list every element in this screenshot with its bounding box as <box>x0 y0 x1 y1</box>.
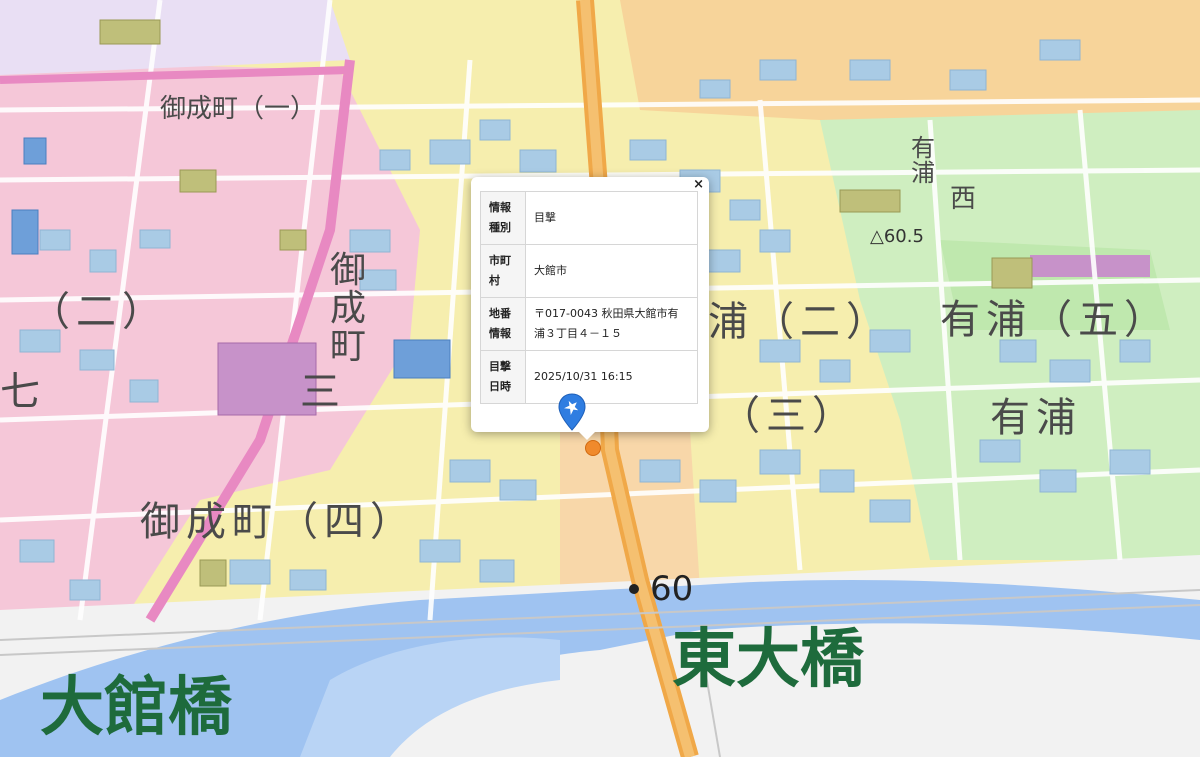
location-dot <box>585 440 601 456</box>
map-label-paren-2: （二） <box>30 289 168 335</box>
map-label-route-60: 60 <box>650 569 694 609</box>
map-label-onarimachi-4: 御成町（四） <box>140 499 416 545</box>
table-row: 情報種別 目撃 <box>480 191 698 245</box>
bear-sighting-pin-icon[interactable] <box>557 393 587 431</box>
map-label-ariura-3: （三） <box>720 393 858 439</box>
map-view[interactable]: 大館橋 東大橋 御成町（四） 有浦（五） 有浦 浦（二） （三） 御成町（一） … <box>0 0 1200 757</box>
row-key-datetime: 目撃日時 <box>480 350 526 404</box>
table-row: 目撃日時 2025/10/31 16:15 <box>480 350 698 404</box>
sighting-info-popup: × 情報種別 目撃 市町村 大館市 地番情報 〒017-0043 秋田県大館市有… <box>471 177 709 440</box>
table-row: 地番情報 〒017-0043 秋田県大館市有浦３丁目４－１５ <box>480 297 698 351</box>
row-key-info-type: 情報種別 <box>480 191 526 245</box>
map-label-kan-1: 七 <box>0 369 46 415</box>
row-value-info-type: 目撃 <box>525 191 698 245</box>
map-label-ariura-2: 浦（二） <box>708 299 892 345</box>
row-value-municipality: 大館市 <box>525 244 698 298</box>
map-label-ariura-vertical: 有浦 <box>911 134 935 188</box>
row-value-address: 〒017-0043 秋田県大館市有浦３丁目４－１５ <box>525 297 698 351</box>
popup-tip <box>579 432 595 440</box>
row-value-datetime: 2025/10/31 16:15 <box>525 350 698 404</box>
sighting-info-table: 情報種別 目撃 市町村 大館市 地番情報 〒017-0043 秋田県大館市有浦３… <box>480 191 698 404</box>
map-label-nishi: 西 <box>950 184 977 214</box>
row-key-municipality: 市町村 <box>480 244 526 298</box>
map-label-onarimachi-1: 御成町（一） <box>160 94 317 124</box>
map-label-onarimachi-vertical: 御成町 <box>329 250 366 367</box>
map-label-higashi-bridge: 東大橋 <box>672 623 864 697</box>
map-label-kan-3: 三 <box>300 369 346 415</box>
map-label-ariura-mid: 有浦 <box>990 395 1082 441</box>
close-icon[interactable]: × <box>693 178 704 192</box>
map-label-oodate-bridge: 大館橋 <box>40 671 232 745</box>
map-label-ariura-5: 有浦（五） <box>940 297 1170 343</box>
row-key-address: 地番情報 <box>480 297 526 351</box>
table-row: 市町村 大館市 <box>480 244 698 298</box>
map-label-spot-height: △60.5 <box>870 226 924 247</box>
